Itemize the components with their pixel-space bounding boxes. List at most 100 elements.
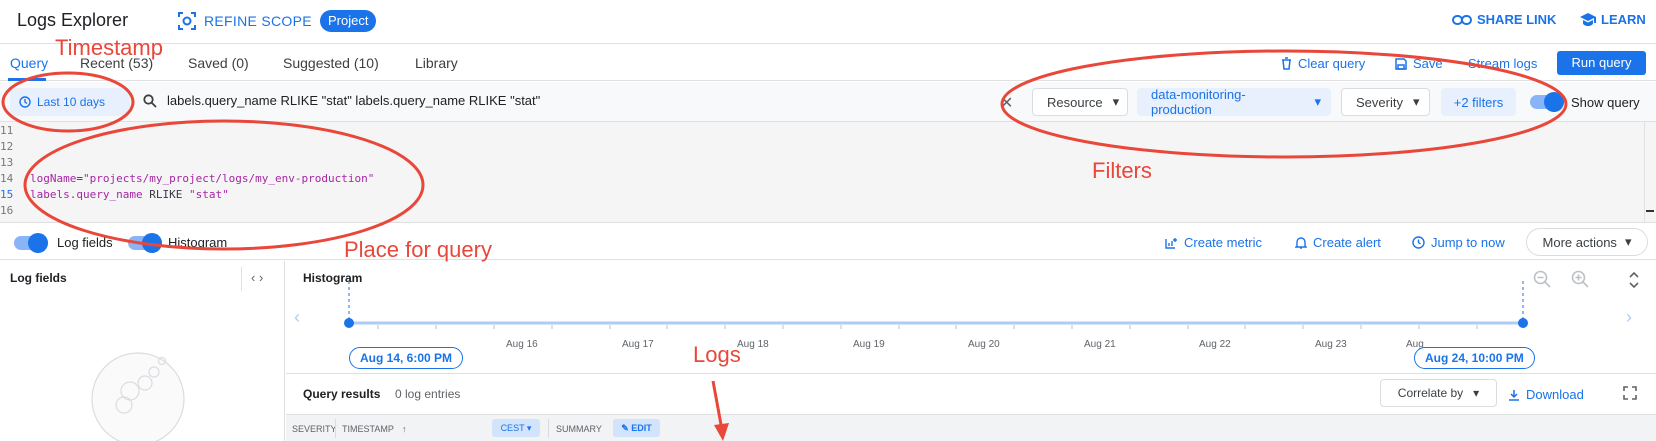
more-actions-label: More actions bbox=[1542, 234, 1617, 250]
code-field: labels.query_name bbox=[30, 188, 143, 201]
query-results-title: Query results bbox=[303, 387, 381, 401]
timezone-dropdown[interactable]: CEST ▾ bbox=[492, 419, 540, 437]
end-time-pill[interactable]: Aug 24, 10:00 PM bbox=[1414, 347, 1535, 369]
school-icon bbox=[1580, 12, 1596, 27]
place-for-query-annotation: Place for query bbox=[344, 237, 492, 262]
line-number: 12 bbox=[0, 140, 14, 153]
start-time-pill[interactable]: Aug 14, 6:00 PM bbox=[349, 347, 464, 369]
bell-icon bbox=[1295, 236, 1307, 249]
project-dropdown[interactable]: data-monitoring-production ▾ bbox=[1137, 87, 1331, 117]
histogram-panel: Histogram ‹ › Aug 16 Aug 17 Aug 18 Aug 1… bbox=[286, 261, 1656, 374]
severity-dropdown[interactable]: Severity ▾ bbox=[1341, 88, 1430, 116]
app-title: Logs Explorer bbox=[17, 10, 129, 30]
project-label: data-monitoring-production bbox=[1151, 87, 1246, 117]
code-brackets-icon[interactable]: ‹ › bbox=[251, 270, 263, 285]
fullscreen-icon[interactable] bbox=[1623, 386, 1637, 400]
date-tick-label: Aug 22 bbox=[1199, 339, 1231, 350]
refine-scope-button[interactable]: REFINE SCOPE bbox=[178, 12, 312, 30]
top-bar: Logs Explorer REFINE SCOPE Project SHARE… bbox=[0, 0, 1656, 44]
create-alert-button[interactable]: Create alert bbox=[1295, 235, 1381, 250]
logs-annotation: Logs bbox=[693, 342, 741, 367]
run-query-button[interactable]: Run query bbox=[1557, 51, 1646, 75]
line-number: 11 bbox=[0, 124, 14, 137]
date-tick-label: Aug 16 bbox=[506, 339, 538, 350]
query-results-panel: Query results 0 log entries Correlate by… bbox=[286, 375, 1656, 441]
scroll-marker bbox=[1646, 210, 1654, 212]
caret-down-icon: ▾ bbox=[1412, 94, 1420, 109]
project-badge: Project bbox=[320, 10, 377, 32]
trash-icon bbox=[1281, 57, 1292, 70]
time-range-button[interactable]: Last 10 days bbox=[10, 88, 130, 116]
column-divider bbox=[335, 419, 336, 438]
share-link-button[interactable]: SHARE LINK bbox=[1452, 12, 1556, 27]
code-operator: = bbox=[76, 172, 83, 185]
active-tab-indicator bbox=[8, 78, 46, 81]
save-label: Save bbox=[1413, 56, 1443, 71]
caret-down-icon: ▾ bbox=[1314, 94, 1321, 109]
line-number: 16 bbox=[0, 204, 14, 217]
search-query-input[interactable]: labels.query_name RLIKE "stat" labels.qu… bbox=[167, 93, 540, 108]
download-button[interactable]: Download bbox=[1508, 387, 1584, 402]
log-fields-panel: Log fields ‹ › bbox=[0, 261, 285, 441]
filters-annotation: Filters bbox=[1092, 158, 1152, 183]
create-alert-label: Create alert bbox=[1313, 235, 1381, 250]
code-value: "stat" bbox=[188, 188, 229, 201]
column-header-timestamp[interactable]: TIMESTAMP bbox=[342, 424, 394, 434]
share-link-label: SHARE LINK bbox=[1477, 12, 1557, 27]
query-editor[interactable]: 11 12 13 14 15 16 logName="projects/my_p… bbox=[0, 122, 1656, 223]
editor-scrollbar[interactable] bbox=[1644, 122, 1656, 223]
results-table-header: SEVERITY TIMESTAMP ↑ CEST ▾ SUMMARY ✎ ED… bbox=[286, 414, 1656, 441]
show-query-label: Show query bbox=[1571, 95, 1640, 110]
edit-summary-button[interactable]: ✎ EDIT bbox=[613, 419, 660, 437]
resource-dropdown[interactable]: Resource ▾ bbox=[1032, 88, 1128, 116]
caret-down-icon: ▾ bbox=[1112, 94, 1120, 109]
jump-to-now-button[interactable]: Jump to now bbox=[1412, 235, 1505, 250]
divider bbox=[241, 267, 242, 291]
edit-label: EDIT bbox=[631, 423, 652, 433]
correlate-by-dropdown[interactable]: Correlate by ▾ bbox=[1380, 379, 1497, 407]
tab-suggested[interactable]: Suggested (10) bbox=[283, 55, 379, 71]
tab-library[interactable]: Library bbox=[415, 55, 458, 71]
date-tick-label: Aug 19 bbox=[853, 339, 885, 350]
tab-query[interactable]: Query bbox=[10, 55, 48, 71]
line-number: 15 bbox=[0, 188, 14, 201]
clock-icon bbox=[19, 96, 31, 108]
code-line: labels.query_name RLIKE "stat" bbox=[30, 188, 229, 204]
resource-label: Resource bbox=[1047, 94, 1103, 110]
learn-button[interactable]: LEARN bbox=[1580, 12, 1646, 27]
close-icon[interactable]: ✕ bbox=[1000, 93, 1013, 113]
line-number: 14 bbox=[0, 172, 14, 185]
correlate-by-label: Correlate by bbox=[1397, 386, 1464, 400]
view-options-bar: Log fields Histogram Create metric Creat… bbox=[0, 224, 1656, 260]
histogram-toggle-label: Histogram bbox=[168, 235, 228, 250]
query-tabs-bar: Query Recent (53) Saved (0) Suggested (1… bbox=[0, 44, 1656, 81]
create-metric-button[interactable]: Create metric bbox=[1165, 235, 1262, 250]
code-operator: RLIKE bbox=[142, 188, 189, 201]
toggle-knob bbox=[1544, 92, 1564, 112]
date-tick-label: Aug 18 bbox=[737, 339, 769, 350]
download-icon bbox=[1508, 389, 1520, 401]
severity-label: Severity bbox=[1356, 94, 1403, 110]
stream-logs-button[interactable]: Stream logs bbox=[1468, 56, 1537, 71]
link-icon bbox=[1452, 14, 1472, 26]
jump-to-now-label: Jump to now bbox=[1431, 235, 1505, 250]
column-divider bbox=[548, 419, 549, 438]
download-label: Download bbox=[1526, 387, 1584, 402]
more-filters-button[interactable]: +2 filters bbox=[1441, 88, 1516, 116]
create-metric-label: Create metric bbox=[1184, 235, 1263, 250]
caret-down-icon: ▾ bbox=[1473, 386, 1480, 400]
search-icon bbox=[143, 94, 157, 108]
caret-down-icon: ▾ bbox=[1624, 234, 1632, 249]
refine-scope-label: REFINE SCOPE bbox=[204, 13, 312, 29]
column-header-summary: SUMMARY bbox=[556, 424, 602, 434]
tab-saved[interactable]: Saved (0) bbox=[188, 55, 249, 71]
date-tick-label: Aug 23 bbox=[1315, 339, 1347, 350]
clear-query-button[interactable]: Clear query bbox=[1281, 56, 1365, 71]
more-actions-button[interactable]: More actions ▾ bbox=[1526, 228, 1648, 256]
code-field: logName bbox=[30, 172, 77, 185]
sort-arrow-icon[interactable]: ↑ bbox=[402, 424, 407, 434]
column-header-severity[interactable]: SEVERITY bbox=[292, 424, 337, 434]
save-query-button[interactable]: Save bbox=[1395, 56, 1443, 71]
date-tick-label: Aug 17 bbox=[622, 339, 654, 350]
toggle-knob bbox=[142, 233, 162, 253]
